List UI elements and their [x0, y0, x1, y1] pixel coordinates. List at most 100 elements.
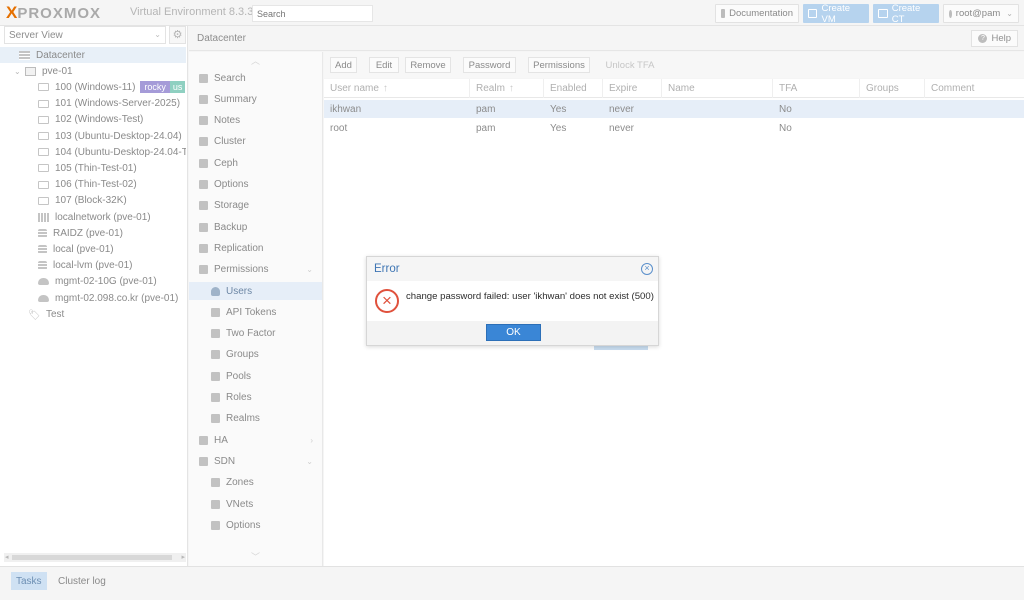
tree-item[interactable]: 100 (Windows-11) rocky us [0, 79, 186, 95]
tree-item-label: 102 (Windows-Test) [55, 114, 144, 126]
ok-button[interactable]: OK [486, 324, 541, 341]
tree-item-label: mgmt-02.098.co.kr (pve-01) [55, 292, 179, 304]
menu-item-options[interactable]: Options [189, 176, 322, 194]
cloud-storage-icon [38, 294, 49, 302]
tree-item[interactable]: 105 (Thin-Test-01) [0, 160, 186, 176]
tree-item[interactable]: local (pve-01) [0, 241, 186, 257]
storage-icon [38, 261, 47, 271]
menu-item-realms[interactable]: Realms [189, 410, 322, 428]
add-button[interactable]: Add [330, 57, 357, 73]
vm-icon [38, 180, 49, 189]
permissions-button[interactable]: Permissions [528, 57, 590, 73]
table-row[interactable]: root pam Yes never No [324, 119, 1024, 137]
proxmox-logo[interactable]: X PROXMOX [6, 3, 101, 22]
scroll-down-icon[interactable]: ﹀ [251, 550, 260, 563]
tree-item[interactable]: 107 (Block-32K) [0, 193, 186, 209]
help-button[interactable]: ? Help [971, 30, 1018, 47]
chevron-down-icon: ⌄ [306, 265, 313, 275]
menu-item-api-tokens[interactable]: API Tokens [189, 303, 322, 321]
menu-item-label: Ceph [214, 157, 238, 169]
menu-item-summary[interactable]: Summary [189, 90, 322, 108]
tree-item[interactable]: 101 (Windows-Server-2025) [0, 96, 186, 112]
tree-item[interactable]: 104 (Ubuntu-Desktop-24.04-TF [0, 144, 186, 160]
scroll-up-icon[interactable]: ︿ [251, 54, 260, 67]
edit-button[interactable]: Edit [369, 57, 399, 73]
column-header-realm[interactable]: Realm ↑ [470, 79, 544, 98]
search-input[interactable] [252, 5, 373, 22]
user-menu-button[interactable]: root@pam ⌄ [943, 4, 1019, 23]
view-selector[interactable]: Server View ⌄ [4, 26, 166, 44]
create-ct-button[interactable]: Create CT [873, 3, 939, 25]
column-label: User name [330, 83, 379, 94]
tree-horizontal-scrollbar[interactable]: ◂ ▸ [4, 553, 186, 562]
column-header-tfa[interactable]: TFA [773, 79, 860, 98]
column-header-enabled[interactable]: Enabled [544, 79, 603, 98]
scrollbar-thumb[interactable] [12, 555, 172, 560]
tree-item-label: local-lvm (pve-01) [53, 260, 133, 272]
menu-item-zones[interactable]: Zones [189, 474, 322, 492]
cell-comment [925, 119, 937, 137]
tree-item[interactable]: ⌄ pve-01 [0, 63, 186, 79]
tree-item[interactable]: localnetwork (pve-01) [0, 209, 186, 225]
menu-item-pools[interactable]: Pools [189, 367, 322, 385]
cell-name [662, 100, 674, 118]
unlock-tfa-button[interactable]: Unlock TFA [602, 57, 658, 73]
scroll-left-icon: ◂ [5, 554, 9, 561]
tab-cluster-log[interactable]: Cluster log [53, 572, 111, 590]
tab-tasks[interactable]: Tasks [11, 572, 47, 590]
tree-item[interactable]: mgmt-02.098.co.kr (pve-01) [0, 290, 186, 306]
column-header-comment[interactable]: Comment [925, 79, 1024, 98]
tree-item-label: 105 (Thin-Test-01) [55, 162, 137, 174]
menu-item-storage[interactable]: Storage [189, 197, 322, 215]
dialog-title-bar[interactable]: Error × [367, 257, 658, 281]
column-header-user-name[interactable]: User name ↑ [324, 79, 470, 98]
menu-item-groups[interactable]: Groups [189, 346, 322, 364]
tree-item[interactable]: 102 (Windows-Test) [0, 112, 186, 128]
menu-item-replication[interactable]: Replication [189, 239, 322, 257]
close-icon[interactable]: × [641, 263, 653, 275]
tree-item[interactable]: mgmt-02-10G (pve-01) [0, 274, 186, 290]
documentation-button[interactable]: Documentation [715, 4, 799, 23]
create-vm-button[interactable]: Create VM [803, 3, 869, 25]
chevron-down-icon: ⌄ [1006, 9, 1013, 18]
menu-item-backup[interactable]: Backup [189, 218, 322, 236]
tree-item[interactable]: RAIDZ (pve-01) [0, 225, 186, 241]
cloud-storage-icon [38, 278, 49, 286]
menu-item-vnets[interactable]: VNets [189, 495, 322, 513]
menu-item-options[interactable]: Options [189, 516, 322, 534]
datacenter-icon [19, 50, 30, 60]
menu-item-label: Two Factor [226, 328, 276, 340]
config-menu: ︿ Search Summary Notes Cluster Ceph Options St… [189, 52, 323, 566]
menu-item-permissions[interactable]: Permissions ⌄ [189, 261, 322, 279]
menu-item-search[interactable]: Search [189, 69, 322, 87]
menu-item-sdn[interactable]: SDN ⌄ [189, 452, 322, 470]
tree-settings-button[interactable]: ⚙ [169, 26, 186, 44]
menu-item-users[interactable]: Users [189, 282, 322, 300]
tree-item[interactable]: Datacenter [0, 47, 186, 63]
tree-item[interactable]: 106 (Thin-Test-02) [0, 177, 186, 193]
cluster-icon [199, 137, 208, 147]
remove-button[interactable]: Remove [405, 57, 451, 73]
tree-item[interactable]: 103 (Ubuntu-Desktop-24.04) [0, 128, 186, 144]
column-header-name[interactable]: Name [662, 79, 773, 98]
node-icon [25, 66, 36, 76]
menu-item-notes[interactable]: Notes [189, 112, 322, 130]
cell-name [662, 119, 674, 137]
password-button[interactable]: Password [463, 57, 516, 73]
table-row[interactable]: ikhwan pam Yes never No [324, 100, 1024, 118]
summary-icon [199, 94, 208, 104]
menu-item-two-factor[interactable]: Two Factor [189, 325, 322, 343]
menu-item-ha[interactable]: HA › [189, 431, 322, 449]
expander-icon[interactable]: ⌄ [14, 67, 23, 76]
tree-item[interactable]: local-lvm (pve-01) [0, 258, 186, 274]
menu-item-ceph[interactable]: Ceph [189, 154, 322, 172]
menu-item-label: Summary [214, 93, 257, 105]
tree-item[interactable]: 🏷 Test [0, 306, 186, 322]
menu-item-roles[interactable]: Roles [189, 389, 322, 407]
column-header-expire[interactable]: Expire [603, 79, 662, 98]
column-header-groups[interactable]: Groups [860, 79, 925, 98]
vm-icon [38, 196, 49, 205]
menu-item-cluster[interactable]: Cluster [189, 133, 322, 151]
menu-item-label: Roles [226, 392, 252, 403]
vm-icon [38, 148, 49, 157]
